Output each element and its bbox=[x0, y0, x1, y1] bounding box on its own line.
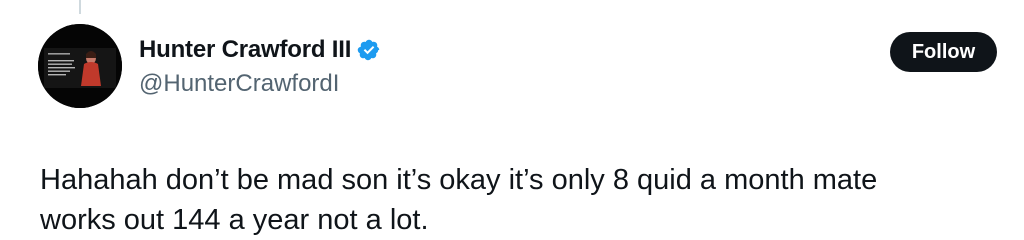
tweet-text-line: works out 144 a year not a lot. bbox=[40, 204, 429, 236]
follow-button[interactable]: Follow bbox=[890, 32, 997, 72]
tweet-text: Hahahah don’t be mad son it’s okay it’s … bbox=[40, 160, 1000, 240]
avatar-image bbox=[38, 24, 122, 108]
tweet-text-line: Hahahah don’t be mad son it’s okay it’s … bbox=[40, 164, 878, 196]
thread-connector-line bbox=[79, 0, 81, 14]
author-handle[interactable]: @HunterCrawfordI bbox=[139, 70, 339, 98]
author-display-name[interactable]: Hunter Crawford III bbox=[139, 36, 351, 64]
avatar[interactable] bbox=[38, 24, 122, 108]
author-name-row: Hunter Crawford III bbox=[139, 34, 381, 66]
verified-badge-icon[interactable] bbox=[357, 38, 381, 62]
